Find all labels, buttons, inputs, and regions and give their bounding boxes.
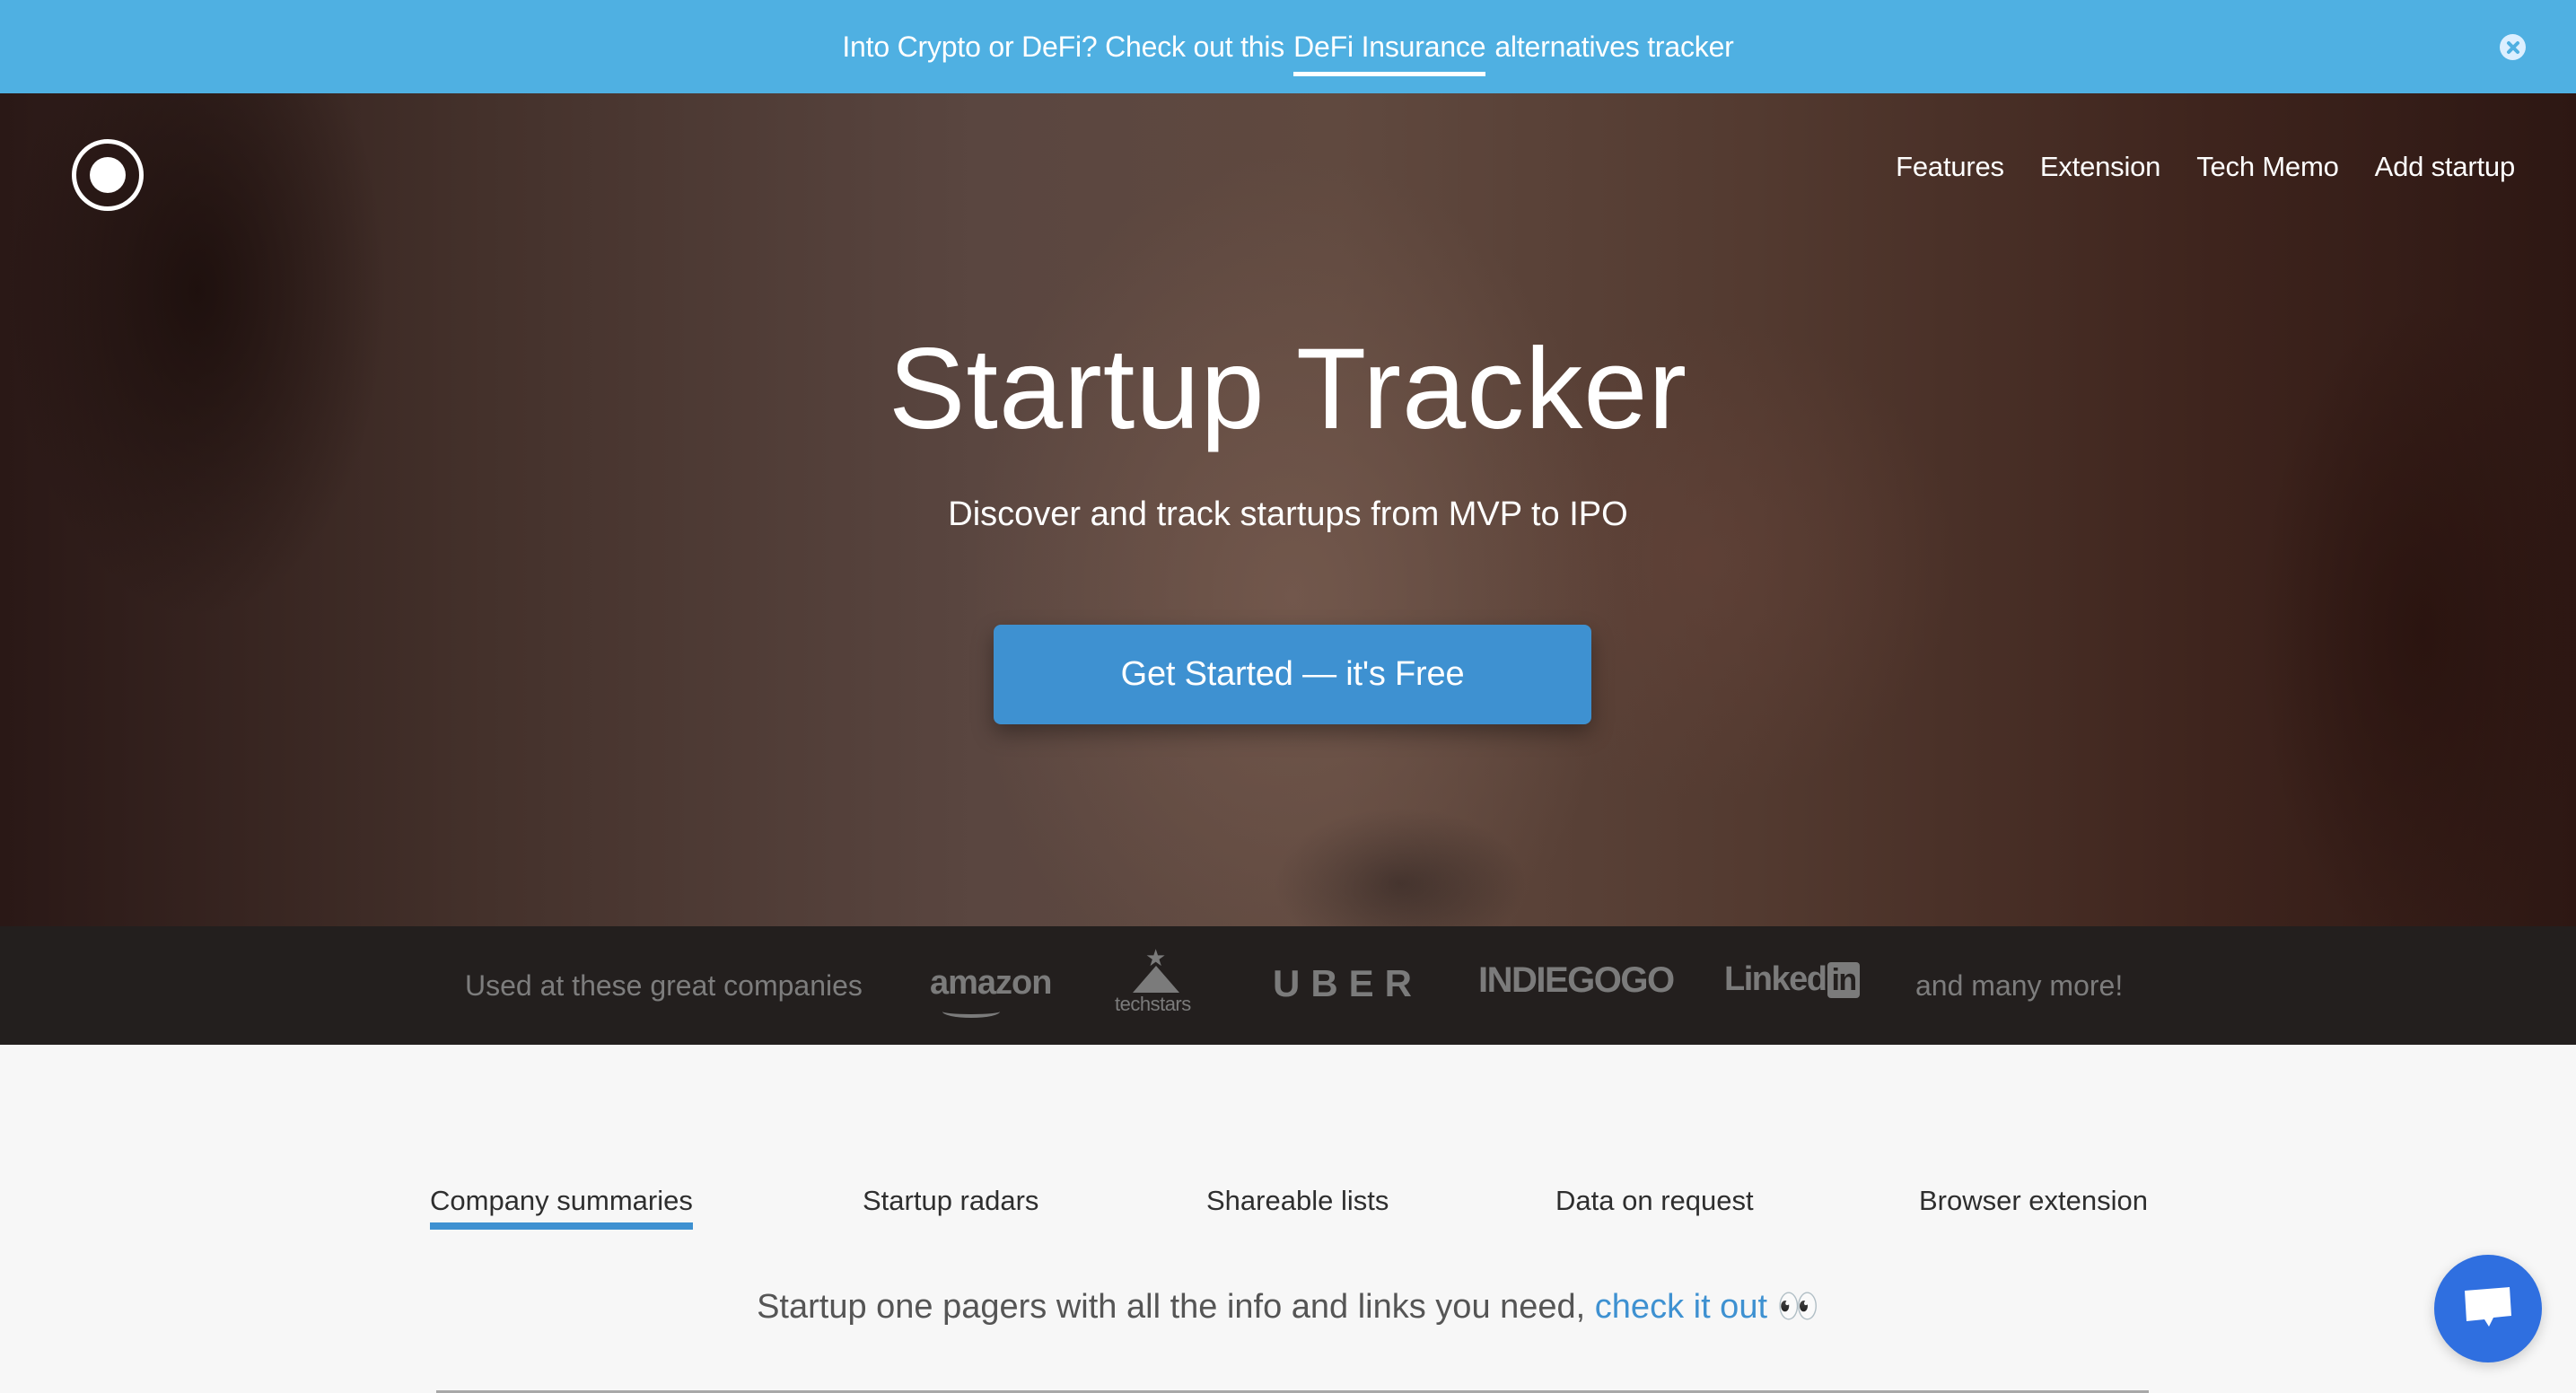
hero-title: Startup Tracker	[889, 325, 1687, 453]
nav-extension[interactable]: Extension	[2040, 151, 2161, 183]
indiegogo-logo: INDIEGOGO	[1478, 960, 1675, 1000]
announcement-prefix: Into Crypto or DeFi? Check out this	[842, 30, 1285, 63]
logo-icon	[90, 157, 126, 193]
check-it-out-link[interactable]: check it out	[1595, 1288, 1767, 1326]
announcement-suffix: alternatives tracker	[1494, 30, 1734, 63]
companies-outro: and many more!	[1915, 969, 2124, 1002]
feature-tagline: Startup one pagers with all the info and…	[0, 1287, 2576, 1327]
linkedin-wordmark: Linked	[1724, 960, 1827, 998]
close-icon	[2506, 40, 2519, 54]
top-nav: Features Extension Tech Memo Add startup	[1896, 151, 2515, 183]
linkedin-logo: Linked in	[1724, 960, 1860, 999]
uber-logo: UBER	[1273, 962, 1424, 1004]
get-started-button[interactable]: Get Started — it's Free	[994, 625, 1591, 724]
close-announcement-button[interactable]	[2500, 34, 2526, 60]
star-icon: ★	[1145, 944, 1167, 971]
tab-shareable-lists[interactable]: Shareable lists	[1206, 1185, 1389, 1217]
nav-tech-memo[interactable]: Tech Memo	[2196, 151, 2339, 183]
chat-widget-button[interactable]	[2434, 1255, 2542, 1362]
companies-bar: Used at these great companies amazon ★ t…	[0, 926, 2576, 1045]
feature-tabs: Company summaries Startup radars Shareab…	[0, 1185, 2576, 1239]
tab-startup-radars[interactable]: Startup radars	[863, 1185, 1038, 1217]
hero-section: Features Extension Tech Memo Add startup…	[0, 93, 2576, 926]
defi-insurance-link[interactable]: DeFi Insurance	[1293, 31, 1486, 76]
amazon-logo: amazon	[930, 964, 1052, 1018]
announcement-bar: Into Crypto or DeFi? Check out this DeFi…	[0, 0, 2576, 93]
nav-features[interactable]: Features	[1896, 151, 2004, 183]
eyes-emoji-icon: 👀	[1776, 1288, 1819, 1326]
hero-subtitle: Discover and track startups from MVP to …	[948, 495, 1628, 533]
nav-add-startup[interactable]: Add startup	[2375, 151, 2516, 183]
companies-intro: Used at these great companies	[465, 969, 863, 1002]
chat-bubble-icon	[2465, 1287, 2511, 1327]
tab-browser-extension[interactable]: Browser extension	[1919, 1185, 2148, 1217]
amazon-wordmark: amazon	[930, 964, 1052, 1002]
techstars-wordmark: techstars	[1115, 993, 1191, 1015]
techstars-logo: ★ techstars	[1111, 946, 1201, 1023]
amazon-smile-icon	[942, 1005, 1000, 1018]
home-logo[interactable]	[72, 139, 144, 211]
announcement-message: Into Crypto or DeFi? Check out this DeFi…	[842, 30, 1734, 76]
tab-data-on-request[interactable]: Data on request	[1555, 1185, 1754, 1217]
tab-company-summaries[interactable]: Company summaries	[430, 1185, 693, 1230]
tagline-text: Startup one pagers with all the info and…	[757, 1288, 1586, 1326]
linkedin-in-badge: in	[1827, 961, 1860, 998]
